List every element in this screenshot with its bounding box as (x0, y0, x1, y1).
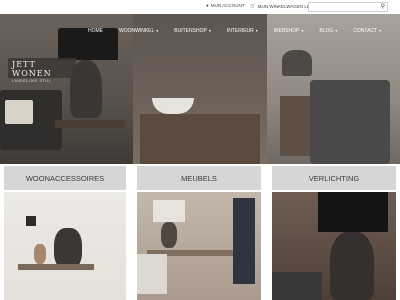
account-label: MIJN ACCOUNT (210, 3, 245, 8)
search-icon[interactable]: ⚲ (381, 3, 385, 11)
logo-tagline: LANDELIJKE STIJL (12, 79, 52, 83)
cart-link[interactable]: 🛒 MIJN WINKELWAGEN LEEG (250, 3, 316, 9)
search-input[interactable]: ⚲ (308, 2, 388, 12)
account-link[interactable]: ● MIJN ACCOUNT (206, 3, 244, 8)
category-woonaccessoires[interactable]: WOONACCESSOIRES (4, 166, 126, 190)
pot-decoration (34, 244, 46, 264)
stone-sink-decoration (137, 254, 167, 294)
nav-item-contact[interactable]: CONTACT ▾ (345, 26, 389, 36)
main-nav: HOME WOONWINKEL ▾ BUITENSHOP ▾ INTERIEUR ▾ … (80, 26, 389, 36)
chevron-down-icon: ▾ (208, 28, 211, 33)
nav-item-webshop[interactable]: WEBSHOP ▾ (266, 26, 312, 36)
side-table-decoration (55, 120, 125, 128)
category-meubels[interactable]: MEUBELS (137, 166, 261, 190)
chair-decoration (272, 272, 322, 300)
site-logo[interactable]: JETT WONEN LANDELIJKE STIJL (8, 58, 76, 83)
nav-item-label: INTERIEUR (226, 28, 254, 34)
user-icon: ● (206, 3, 209, 8)
lamp-base-decoration (330, 232, 374, 300)
wall-lamp-decoration (26, 216, 36, 226)
category-label: VERLICHTING (308, 173, 360, 183)
wooden-table-decoration (140, 114, 260, 164)
nav-item-label: WOONWINKEL (119, 28, 155, 34)
chevron-down-icon: ▾ (335, 28, 338, 33)
grey-chair-decoration (310, 80, 390, 164)
nav-item-label: HOME (88, 28, 103, 34)
nav-item-label: WEBSHOP (273, 28, 300, 34)
lamp-shade-decoration (153, 200, 185, 222)
chevron-down-icon: ▾ (255, 28, 258, 33)
console-table-decoration (18, 264, 94, 270)
nav-item-buitenshop[interactable]: BUITENSHOP ▾ (166, 26, 219, 36)
category-verlichting[interactable]: VERLICHTING (272, 166, 396, 190)
stool-decoration (280, 96, 310, 156)
lamp-base-decoration (161, 222, 177, 248)
nav-item-blog[interactable]: BLOG ▾ (311, 26, 345, 36)
category-tile-furniture[interactable] (137, 192, 261, 300)
nav-item-home[interactable]: HOME (80, 26, 111, 36)
category-tile-accessories[interactable] (4, 192, 126, 300)
coat-decoration (233, 198, 255, 284)
cart-icon: 🛒 (250, 3, 256, 8)
nav-item-label: CONTACT (353, 28, 378, 34)
category-tile-lighting[interactable] (272, 192, 396, 300)
lamp-shade-decoration (318, 192, 388, 232)
category-label: WOONACCESSOIRES (25, 173, 105, 183)
nav-item-interieur[interactable]: INTERIEUR ▾ (219, 26, 266, 36)
chevron-down-icon: ▾ (301, 28, 304, 33)
cushion-decoration (5, 100, 33, 124)
chevron-down-icon: ▾ (156, 28, 159, 33)
chevron-down-icon: ▾ (379, 28, 382, 33)
nav-item-label: BUITENSHOP (174, 28, 207, 34)
urn-decoration (282, 50, 312, 76)
category-label: MEUBELS (181, 173, 217, 183)
nav-item-woonwinkel[interactable]: WOONWINKEL ▾ (111, 26, 166, 36)
logo-name: JETT WONEN (12, 60, 52, 78)
nav-item-label: BLOG (319, 28, 334, 34)
hero-banner (0, 14, 400, 164)
top-utility-bar: ● MIJN ACCOUNT 🛒 MIJN WINKELWAGEN LEEG ⚲ (0, 0, 400, 14)
